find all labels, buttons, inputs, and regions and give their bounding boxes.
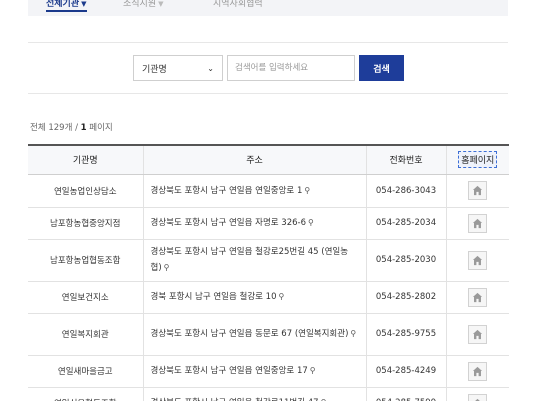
column-header-tel: 전화번호 bbox=[365, 144, 446, 175]
map-pin-icon[interactable]: ⚲ bbox=[321, 395, 327, 401]
institution-name: 연일농업인상담소 bbox=[28, 174, 143, 208]
institution-address: 경상북도 포항시 남구 연일읍 연일중앙로 1 ⚲ bbox=[142, 174, 366, 208]
tab-community[interactable]: 지역사회협력 bbox=[213, 0, 263, 9]
result-count: 전체 129개 / 1 페이지 bbox=[30, 121, 113, 133]
chevron-down-icon: ▼ bbox=[158, 0, 164, 8]
tab-all[interactable]: 전체기관 ▼ bbox=[46, 0, 87, 12]
homepage-cell bbox=[445, 387, 509, 401]
result-count-suffix: 페이지 bbox=[86, 123, 113, 133]
table-row: 연일신용협동조합경상북도 포항시 남구 연일읍 철강로11번길 47⚲054-2… bbox=[28, 387, 509, 401]
institution-name: 연일보건지소 bbox=[28, 281, 143, 314]
chevron-down-icon: ▼ bbox=[81, 0, 87, 8]
table-row: 남포항농업협동조합 경상북도 포항시 남구 연일읍 철강로25번길 45 (연일농… bbox=[28, 239, 509, 282]
institution-name: 연일복지회관 bbox=[28, 313, 143, 356]
institution-name: 연일신용협동조합 bbox=[28, 387, 143, 401]
homepage-cell bbox=[445, 355, 509, 388]
address-text: 경상북도 포항시 남구 연일읍 철강로25번길 45 (연일농협) bbox=[150, 246, 349, 273]
institution-address: 경북 포항시 남구 연일읍 철강로 10 ⚲ bbox=[142, 281, 366, 314]
home-icon[interactable] bbox=[468, 393, 488, 401]
search-button[interactable]: 검색 bbox=[359, 55, 404, 81]
address-text: 경상북도 포항시 남구 연일읍 연일중앙로 1 bbox=[150, 185, 303, 196]
institution-tel: 054-285-2034 bbox=[365, 207, 446, 240]
address-text: 경상북도 포항시 남구 연일읍 연일중앙로 17 bbox=[150, 366, 308, 376]
filter-tab-bar: 전체기관 ▼ 조직지원 ▼ 지역사회협력 bbox=[28, 0, 508, 16]
institution-name: 남포항농협중앙지점 bbox=[28, 207, 143, 240]
chevron-down-icon: ⌄ bbox=[207, 63, 214, 73]
institution-address: 경상북도 포항시 남구 연일읍 동문로 67 (연일복지회관) ⚲ bbox=[142, 313, 366, 356]
table-row: 연일보건지소 경북 포항시 남구 연일읍 철강로 10 ⚲ 054-285-2802 bbox=[28, 281, 509, 314]
homepage-cell bbox=[445, 239, 509, 282]
home-icon[interactable] bbox=[468, 250, 488, 270]
table-row: 연일복지회관 경상북도 포항시 남구 연일읍 동문로 67 (연일복지회관) ⚲ 05… bbox=[28, 313, 509, 356]
result-count-prefix: 전체 129개 / bbox=[30, 123, 81, 133]
institution-tel: 054-285-7599 bbox=[365, 387, 446, 401]
column-header-address: 주소 bbox=[142, 144, 366, 175]
tab-community-label: 지역사회협력 bbox=[213, 0, 263, 9]
column-header-name: 기관명 bbox=[28, 144, 143, 175]
column-header-homepage: 홈페이지 bbox=[445, 144, 509, 175]
homepage-cell bbox=[445, 207, 509, 240]
institution-tel: 054-286-3043 bbox=[365, 174, 446, 208]
search-type-select[interactable]: 기관명 ⌄ bbox=[133, 55, 223, 81]
institution-tel: 054-285-4249 bbox=[365, 355, 446, 388]
map-pin-icon[interactable]: ⚲ bbox=[279, 289, 285, 304]
map-pin-icon[interactable]: ⚲ bbox=[304, 183, 310, 198]
tab-org-support[interactable]: 조직지원 ▼ bbox=[123, 0, 164, 9]
table-row: 연일농업인상담소 경상북도 포항시 남구 연일읍 연일중앙로 1 ⚲ 054-286-… bbox=[28, 174, 509, 208]
institution-address: 경상북도 포항시 남구 연일읍 철강로11번길 47⚲ bbox=[142, 387, 366, 401]
search-area: 기관명 ⌄ 검색 bbox=[28, 42, 508, 94]
homepage-cell bbox=[445, 313, 509, 356]
map-pin-icon[interactable]: ⚲ bbox=[164, 260, 170, 275]
tab-all-label: 전체기관 bbox=[46, 0, 80, 9]
home-icon[interactable] bbox=[468, 324, 488, 344]
institution-tel: 054-285-9755 bbox=[365, 313, 446, 356]
address-text: 경상북도 포항시 남구 연일읍 동문로 67 (연일복지회관) bbox=[150, 329, 349, 339]
institution-table: 기관명 주소 전화번호 홈페이지 연일농업인상담소 경상북도 포항시 남구 연일읍… bbox=[28, 144, 509, 401]
table-header-row: 기관명 주소 전화번호 홈페이지 bbox=[28, 144, 509, 175]
map-pin-icon[interactable]: ⚲ bbox=[308, 215, 314, 230]
institution-tel: 054-285-2030 bbox=[365, 239, 446, 282]
table-row: 남포항농협중앙지점 경상북도 포항시 남구 연일읍 자명로 326-6 ⚲ 054-2… bbox=[28, 207, 509, 240]
map-pin-icon[interactable]: ⚲ bbox=[350, 326, 356, 341]
home-icon[interactable] bbox=[468, 213, 488, 233]
institution-address: 경상북도 포항시 남구 연일읍 철강로25번길 45 (연일농협) ⚲ bbox=[142, 239, 366, 282]
institution-address: 경상북도 포항시 남구 연일읍 연일중앙로 17 ⚲ bbox=[142, 355, 366, 388]
column-header-homepage-label: 홈페이지 bbox=[458, 151, 498, 169]
institution-tel: 054-285-2802 bbox=[365, 281, 446, 314]
home-icon[interactable] bbox=[468, 287, 488, 307]
map-pin-icon[interactable]: ⚲ bbox=[310, 363, 316, 378]
address-text: 경상북도 포항시 남구 연일읍 자명로 326-6 bbox=[150, 218, 307, 228]
search-type-value: 기관명 bbox=[142, 64, 167, 75]
homepage-cell bbox=[445, 281, 509, 314]
home-icon[interactable] bbox=[468, 181, 488, 200]
search-input[interactable] bbox=[227, 55, 355, 81]
institution-address: 경상북도 포항시 남구 연일읍 자명로 326-6 ⚲ bbox=[142, 207, 366, 240]
institution-name: 연일새마을금고 bbox=[28, 355, 143, 388]
address-text: 경북 포항시 남구 연일읍 철강로 10 bbox=[150, 292, 277, 302]
tab-org-support-label: 조직지원 bbox=[123, 0, 157, 9]
table-row: 연일새마을금고 경상북도 포항시 남구 연일읍 연일중앙로 17 ⚲ 054-285-… bbox=[28, 355, 509, 388]
institution-name: 남포항농업협동조합 bbox=[28, 239, 143, 282]
homepage-cell bbox=[445, 174, 509, 208]
home-icon[interactable] bbox=[468, 361, 488, 381]
